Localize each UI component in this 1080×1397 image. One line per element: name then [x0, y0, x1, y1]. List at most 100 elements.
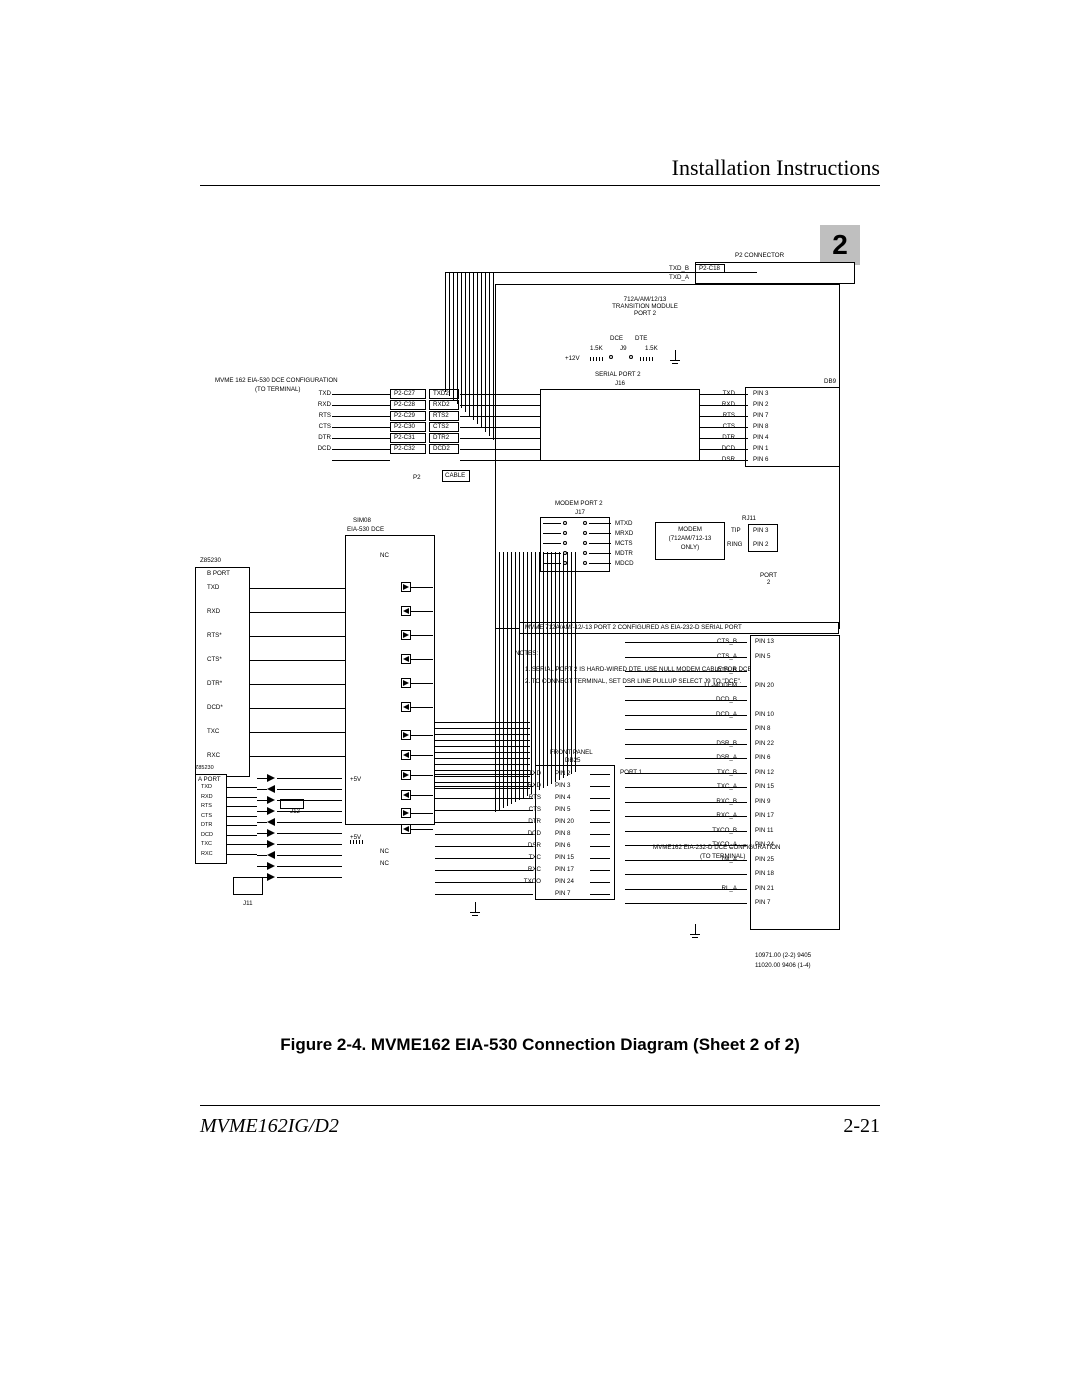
footer-right: 2-21 [843, 1115, 880, 1138]
sp-c: P2-C32 [394, 445, 415, 452]
rpin-num: PIN 18 [755, 870, 774, 877]
sp-left: DCD [295, 445, 331, 452]
z85230-b: Z85230 [200, 557, 221, 564]
j11-box [233, 877, 263, 895]
rpin-num: PIN 11 [755, 827, 773, 834]
rpin-num: PIN 20 [755, 682, 774, 689]
aport-sig: DCD [201, 832, 213, 838]
rpin-num: PIN 8 [755, 725, 770, 732]
r15k-r: 1.5K [645, 345, 658, 352]
sp-c: P2-C30 [394, 423, 415, 430]
sp-r: DTR2 [433, 434, 449, 441]
header-rule [200, 185, 880, 186]
bport-sig: DCD* [207, 704, 223, 711]
eia530dce: EIA-530 DCE [347, 526, 384, 533]
figure-caption: Figure 2-4. MVME162 EIA-530 Connection D… [0, 1035, 1080, 1055]
bport-sig: TXD [207, 584, 219, 591]
rpin-num: PIN 5 [755, 653, 770, 660]
p5v-1: +5V [350, 776, 361, 783]
aport-sig: TXC [201, 841, 212, 847]
sp-c: P2-C29 [394, 412, 415, 419]
sp-left: DTR [295, 434, 331, 441]
sp-left: TXD [295, 390, 331, 397]
rpin-num: PIN 9 [755, 798, 770, 805]
rpin-num: PIN 12 [755, 769, 774, 776]
j9-lbl: J9 [620, 345, 627, 352]
sp-pin: PIN 8 [753, 423, 768, 430]
txd-a: TXD_A [653, 274, 689, 281]
fp-pin: PIN 15 [555, 854, 574, 861]
db9: DB9 [824, 378, 836, 385]
rpin-num: PIN 22 [755, 740, 774, 747]
drawing-id-2: 11020.00 9406 (1-4) [755, 962, 811, 969]
z85230-a: Z85230 [195, 765, 214, 771]
resistor-icon [590, 357, 604, 361]
tip: TIP [731, 527, 741, 534]
buffer-icon [267, 785, 275, 793]
fp-pin: PIN 7 [555, 890, 570, 897]
bport-lbl: B PORT [207, 570, 230, 577]
modem-sig: MCTS [615, 540, 633, 547]
to-terminal: (TO TERMINAL) [255, 386, 301, 393]
aport-sig: DTR [201, 822, 212, 828]
buffer-icon [267, 829, 275, 837]
driver-icon [403, 704, 409, 710]
bport-sig: TXC [207, 728, 219, 735]
j17: J17 [575, 509, 585, 516]
rpin-num: PIN 25 [755, 856, 774, 863]
buffer-icon [267, 774, 275, 782]
dce-lbl: DCE [610, 335, 623, 342]
sp-r: RTS2 [433, 412, 449, 419]
sp-c: P2-C28 [394, 401, 415, 408]
nc3: NC [380, 860, 389, 867]
section-title: Installation Instructions [672, 155, 880, 181]
driver-icon [403, 826, 409, 832]
dce-cfg: MVME 162 EIA-530 DCE CONFIGURATION [215, 377, 338, 384]
txd-b: TXD_B [653, 265, 689, 272]
fp-pin: PIN 3 [555, 782, 570, 789]
sp-r: RXD2 [433, 401, 450, 408]
sp-pin: PIN 2 [753, 401, 768, 408]
rpin-num: PIN 17 [755, 812, 774, 819]
aport-lbl: A PORT [198, 776, 221, 783]
rpin-num: PIN 15 [755, 783, 774, 790]
sp-r: CTS2 [433, 423, 449, 430]
driver-icon [403, 632, 409, 638]
buffer-icon [267, 851, 275, 859]
rpin-num: PIN 24 [755, 841, 774, 848]
aport-sig: CTS [201, 813, 212, 819]
serial-port-2-hdr [540, 389, 700, 461]
driver-icon [403, 680, 409, 686]
sp-left: CTS [295, 423, 331, 430]
nc1: NC [380, 552, 389, 559]
driver-icon [403, 810, 409, 816]
r15k-l: 1.5K [590, 345, 603, 352]
port2-side: PORT 2 [760, 572, 777, 586]
modem-sig: MDCD [615, 560, 634, 567]
sp-left: RXD [295, 401, 331, 408]
buffer-icon [267, 796, 275, 804]
dte-lbl: DTE [635, 335, 647, 342]
cable-lbl: CABLE [445, 472, 465, 479]
sp-pin: PIN 3 [753, 390, 768, 397]
z85230-bport-box [195, 567, 250, 777]
rpin-num: PIN 10 [755, 711, 774, 718]
sp-pin: PIN 7 [753, 412, 768, 419]
p12v: +12V [565, 355, 580, 362]
modem-sig: MDTR [615, 550, 633, 557]
sim08: SIM08 [353, 517, 371, 524]
modem-box: MODEM (712AM/712-13 ONLY) [655, 522, 725, 560]
buffer-icon [267, 873, 275, 881]
sp-pin: PIN 6 [753, 456, 768, 463]
fp-pin: PIN 20 [555, 818, 574, 825]
sp-c: P2-C31 [394, 434, 415, 441]
driver-icon [403, 752, 409, 758]
bport-sig: RXD [207, 608, 220, 615]
bport-sig: CTS* [207, 656, 222, 663]
aport-sig: RXC [201, 851, 213, 857]
p2-lbl: P2 [413, 474, 421, 481]
bport-sig: DTR* [207, 680, 222, 687]
rj11-pin2: PIN 2 [753, 541, 768, 548]
fp-pin: PIN 4 [555, 794, 570, 801]
driver-icon [403, 732, 409, 738]
